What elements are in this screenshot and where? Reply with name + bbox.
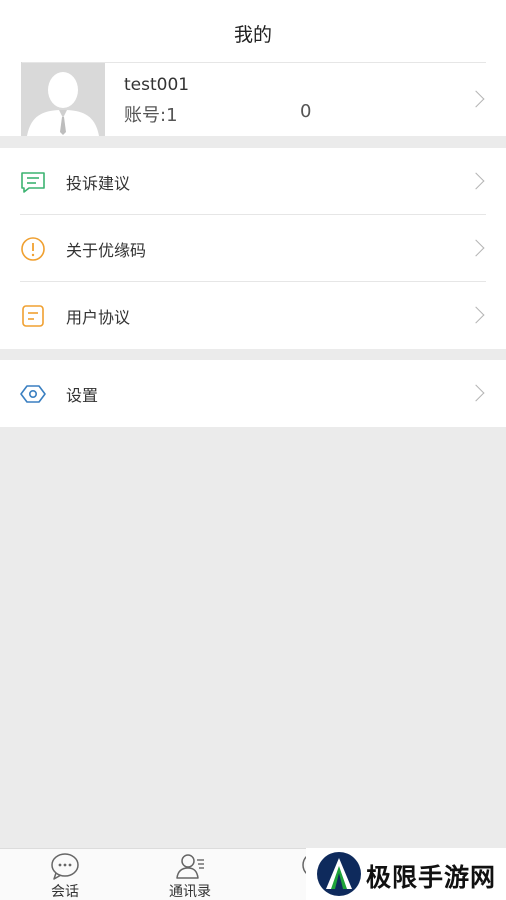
menu-item-feedback[interactable]: 投诉建议 (0, 148, 506, 215)
menu-item-label: 关于优缘码 (66, 241, 147, 260)
divider (22, 62, 486, 63)
menu-item-settings[interactable]: 设置 (0, 360, 506, 427)
chevron-right-icon (467, 90, 485, 108)
avatar[interactable] (21, 62, 105, 136)
profile-card[interactable]: test001 账号:1 0 (0, 62, 506, 136)
tab-contacts[interactable]: 通讯录 (125, 849, 255, 900)
menu-item-label: 设置 (66, 386, 99, 405)
chevron-right-icon (467, 239, 485, 257)
tab-conversations[interactable]: 会话 (0, 849, 130, 900)
chat-bubble-icon (51, 853, 79, 880)
menu-group-main: 投诉建议 关于优缘码 用户协议 (0, 148, 506, 349)
chevron-right-icon (467, 384, 485, 402)
contacts-icon (176, 854, 204, 879)
tab-label: 会话 (51, 884, 79, 900)
document-icon (22, 305, 44, 327)
menu-group-settings: 设置 (0, 360, 506, 427)
settings-icon (20, 385, 46, 403)
page-title: 我的 (233, 24, 272, 46)
menu-item-user-agreement[interactable]: 用户协议 (0, 282, 506, 349)
watermark-text: 极限手游网 (366, 863, 497, 892)
menu-item-label: 投诉建议 (66, 174, 131, 193)
tab-label: 通讯录 (169, 884, 211, 900)
default-avatar-icon (21, 62, 105, 136)
header: 我的 (0, 0, 506, 62)
chevron-right-icon (467, 306, 485, 324)
message-icon (21, 172, 45, 193)
watermark: 极限手游网 (306, 848, 506, 900)
menu-item-about[interactable]: 关于优缘码 (0, 215, 506, 282)
account-number: 账号:1 (124, 105, 178, 126)
watermark-logo-icon (317, 852, 361, 896)
username: test001 (124, 75, 190, 95)
account-redaction (186, 101, 298, 125)
menu-item-label: 用户协议 (66, 308, 131, 327)
info-icon (21, 237, 45, 261)
chevron-right-icon (467, 172, 485, 190)
account-number-tail: 0 (300, 101, 312, 122)
